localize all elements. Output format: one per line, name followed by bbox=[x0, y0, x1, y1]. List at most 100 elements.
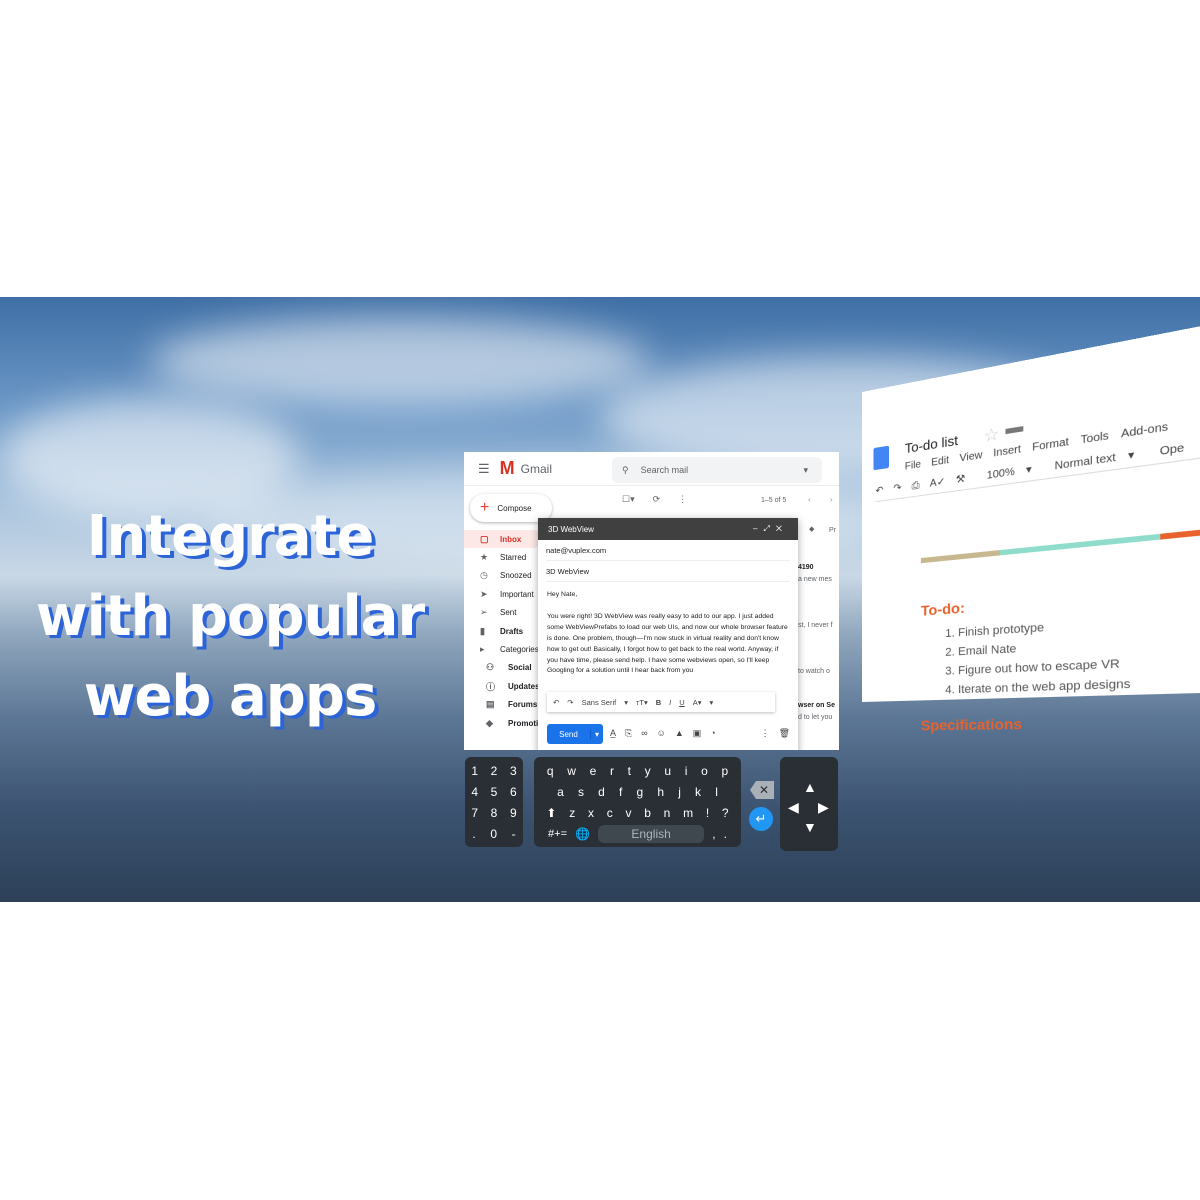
key[interactable]: f bbox=[619, 785, 622, 799]
sidebar-item-social[interactable]: ⚇ Social bbox=[464, 659, 542, 677]
arrow-right-icon[interactable]: ▶ bbox=[818, 799, 829, 816]
sidebar-item-important[interactable]: ➤ Important bbox=[464, 585, 542, 603]
search-input[interactable]: ⚲ Search mail ▾ bbox=[612, 457, 822, 483]
text-color-icon[interactable]: A▾ bbox=[693, 698, 702, 707]
bold-icon[interactable]: B bbox=[656, 698, 661, 707]
formatting-icon[interactable]: A̲ bbox=[610, 728, 616, 739]
key[interactable]: n bbox=[664, 806, 671, 820]
sidebar-item-drafts[interactable]: ▮ Drafts bbox=[464, 622, 542, 640]
spellcheck-icon[interactable]: A✓ bbox=[930, 476, 946, 490]
key[interactable]: 6 bbox=[510, 785, 517, 799]
key[interactable]: x bbox=[588, 806, 594, 820]
key[interactable]: 2 bbox=[491, 764, 498, 778]
key[interactable]: u bbox=[664, 764, 671, 778]
key[interactable]: l bbox=[715, 785, 718, 799]
key[interactable]: m bbox=[683, 806, 693, 820]
key[interactable]: j bbox=[678, 785, 681, 799]
sidebar-item-forums[interactable]: ▤ Forums bbox=[464, 696, 542, 714]
menu-icon[interactable]: ☰ bbox=[478, 461, 490, 477]
key[interactable]: q bbox=[547, 764, 554, 778]
close-icon[interactable]: ✕ bbox=[776, 524, 788, 533]
key[interactable]: h bbox=[657, 785, 664, 799]
undo-icon[interactable]: ↶ bbox=[553, 698, 559, 707]
chevron-down-icon[interactable]: ▾ bbox=[624, 698, 628, 707]
style-select[interactable]: Normal text bbox=[1055, 452, 1116, 473]
send-button[interactable]: Send ▾ bbox=[547, 724, 603, 744]
key[interactable]: ! bbox=[706, 806, 709, 820]
key[interactable]: 5 bbox=[491, 785, 498, 799]
key[interactable]: 8 bbox=[491, 806, 498, 820]
key[interactable]: 3 bbox=[510, 764, 517, 778]
subject-field[interactable]: 3D WebView bbox=[546, 561, 790, 582]
redo-icon[interactable]: ↷ bbox=[893, 482, 901, 494]
refresh-icon[interactable]: ⟳ bbox=[653, 494, 661, 505]
more-icon[interactable]: ⋮ bbox=[678, 494, 687, 505]
enter-key[interactable]: ↵ bbox=[749, 807, 773, 831]
key[interactable]: r bbox=[610, 764, 614, 778]
underline-icon[interactable]: U bbox=[679, 698, 684, 707]
attach-icon[interactable]: ⎘ bbox=[625, 728, 632, 739]
shift-key[interactable]: ⬆ bbox=[546, 806, 556, 820]
key[interactable]: e bbox=[590, 764, 597, 778]
text-size-icon[interactable]: тT▾ bbox=[636, 698, 648, 707]
to-field[interactable]: nate@vuplex.com bbox=[546, 540, 790, 561]
sidebar-item-inbox[interactable]: ▢ Inbox bbox=[464, 530, 542, 549]
key[interactable]: - bbox=[512, 827, 516, 841]
next-page-icon[interactable]: › bbox=[830, 495, 833, 504]
key[interactable]: ? bbox=[722, 806, 729, 820]
menu-item[interactable]: File bbox=[905, 459, 921, 473]
sidebar-item-sent[interactable]: ➢ Sent bbox=[464, 604, 542, 622]
menu-item[interactable]: Insert bbox=[993, 444, 1021, 460]
menu-item[interactable]: Tools bbox=[1081, 430, 1109, 447]
backspace-key[interactable]: ✕ bbox=[750, 781, 774, 799]
paint-format-icon[interactable]: ⚒ bbox=[956, 473, 965, 486]
key[interactable]: d bbox=[598, 785, 605, 799]
prev-page-icon[interactable]: ‹ bbox=[808, 495, 811, 504]
sidebar-item-starred[interactable]: ★ Starred bbox=[464, 548, 542, 566]
key[interactable]: o bbox=[701, 764, 708, 778]
sidebar-item-snoozed[interactable]: ◷ Snoozed bbox=[464, 567, 542, 585]
key[interactable]: 7 bbox=[471, 806, 478, 820]
trash-icon[interactable]: 🗑 bbox=[779, 728, 790, 739]
more-formatting-icon[interactable]: ▾ bbox=[709, 698, 713, 707]
key[interactable]: p bbox=[721, 764, 728, 778]
key[interactable]: t bbox=[628, 764, 631, 778]
menu-item[interactable]: View bbox=[959, 450, 982, 465]
comma-key[interactable]: , bbox=[712, 827, 715, 841]
key[interactable]: w bbox=[567, 764, 576, 778]
minimize-icon[interactable]: – bbox=[753, 524, 763, 533]
key[interactable]: . bbox=[472, 827, 475, 841]
symbols-key[interactable]: #+= bbox=[548, 828, 567, 840]
redo-icon[interactable]: ↷ bbox=[567, 698, 573, 707]
star-icon[interactable]: ☆ bbox=[984, 423, 1000, 447]
chevron-down-icon[interactable]: ▾ bbox=[803, 465, 808, 476]
menu-item[interactable]: Add-ons bbox=[1121, 421, 1168, 441]
font-select[interactable]: Sans Serif bbox=[582, 698, 617, 707]
key[interactable]: s bbox=[578, 785, 584, 799]
font-select[interactable]: Ope bbox=[1160, 442, 1185, 458]
key[interactable]: b bbox=[644, 806, 651, 820]
photo-icon[interactable]: ▣ bbox=[693, 728, 702, 739]
print-icon[interactable]: ⎙ bbox=[912, 480, 920, 492]
key[interactable]: k bbox=[695, 785, 701, 799]
arrow-down-icon[interactable]: ▼ bbox=[803, 819, 817, 835]
sidebar-item-categories[interactable]: ▸ Categories bbox=[464, 640, 542, 658]
key[interactable]: 1 bbox=[471, 764, 478, 778]
drive-icon[interactable]: ▲ bbox=[675, 728, 684, 739]
expand-icon[interactable]: ⤢ bbox=[763, 524, 775, 533]
italic-icon[interactable]: I bbox=[669, 698, 671, 707]
link-icon[interactable]: ∞ bbox=[641, 728, 647, 739]
arrow-left-icon[interactable]: ◀ bbox=[788, 799, 799, 816]
emoji-icon[interactable]: ☺ bbox=[657, 728, 666, 739]
key[interactable]: i bbox=[685, 764, 688, 778]
key[interactable]: 0 bbox=[490, 827, 497, 841]
key[interactable]: v bbox=[625, 806, 631, 820]
key[interactable]: c bbox=[607, 806, 613, 820]
send-options-icon[interactable]: ▾ bbox=[589, 729, 603, 739]
key[interactable]: 4 bbox=[471, 785, 478, 799]
menu-item[interactable]: Edit bbox=[931, 455, 949, 469]
space-key[interactable]: English bbox=[598, 824, 705, 843]
sidebar-item-promotions[interactable]: ◆ Promoti bbox=[464, 714, 542, 732]
message-body[interactable]: Hey Nate, You were right! 3D WebView was… bbox=[538, 582, 798, 685]
menu-item[interactable]: Format bbox=[1032, 436, 1069, 454]
